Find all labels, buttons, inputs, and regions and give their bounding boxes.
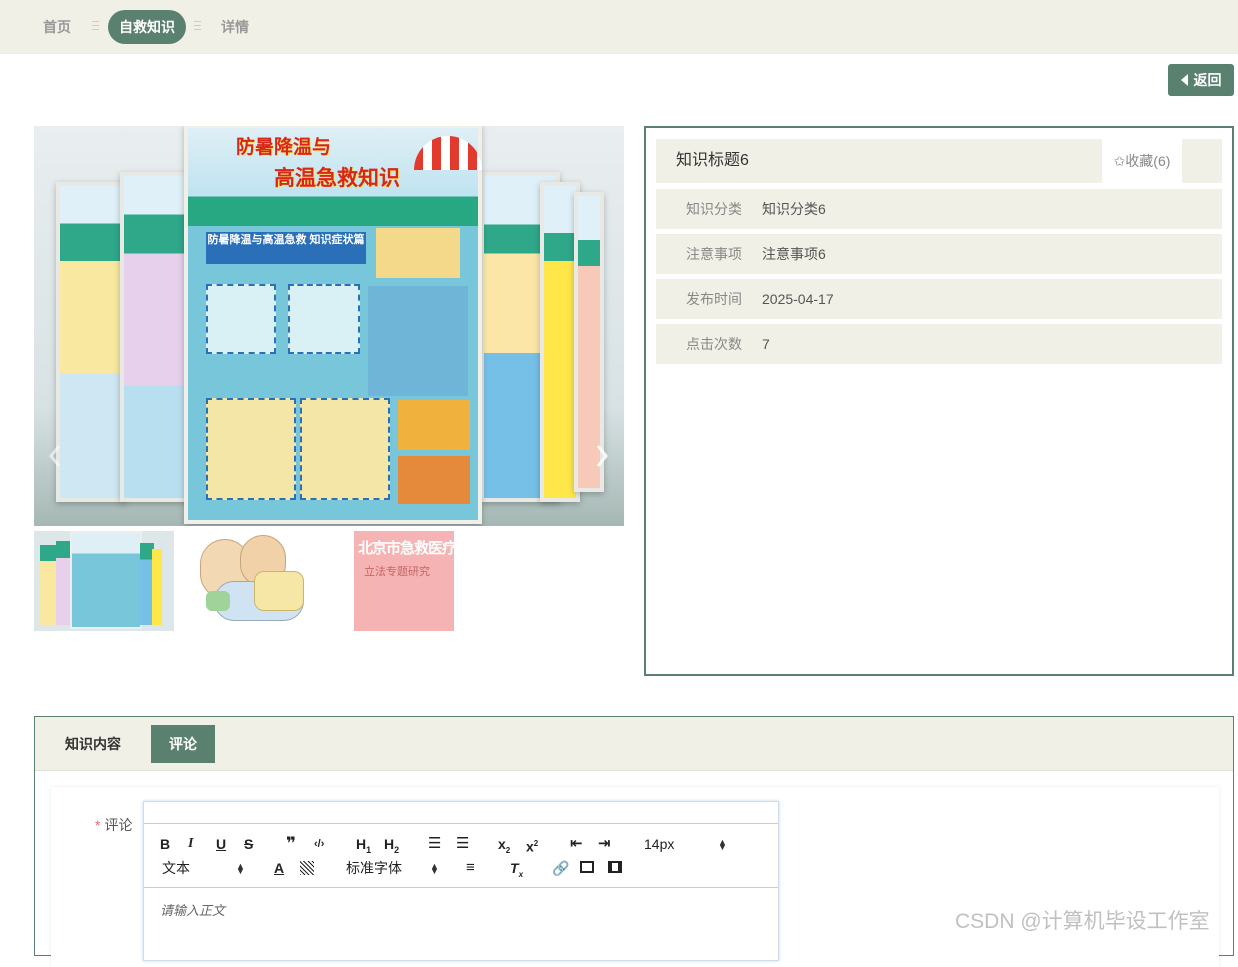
font-family-chevron-icon: ▲ ▼ (430, 861, 439, 876)
comment-form: * 评论 B I U S ❞ ‹/› H1 H2 ☰ ☰ x2 x2 ⇤ ⇥ 14… (51, 787, 1219, 967)
category-value: 知识分类6 (762, 201, 826, 217)
thumbnail-3-title: 北京市急救医疗服务 (358, 540, 454, 557)
link-icon[interactable]: 🔗 (552, 858, 569, 878)
editor-placeholder: 请输入正文 (160, 903, 226, 918)
indent-icon[interactable]: ⇥ (598, 834, 611, 854)
thumbnail-1[interactable] (34, 531, 174, 631)
notes-value: 注意事项6 (762, 246, 826, 262)
publish-time-label: 发布时间 (686, 291, 742, 307)
breadcrumb-home[interactable]: 首页 (43, 10, 71, 44)
italic-icon[interactable]: I (188, 834, 193, 854)
comment-label: * 评论 (95, 815, 132, 835)
superscript-icon[interactable]: x2 (526, 834, 538, 855)
clear-format-icon[interactable]: Tx (510, 858, 523, 879)
carousel-next-icon[interactable] (595, 444, 609, 468)
notes-label: 注意事项 (686, 246, 742, 262)
heading1-icon[interactable]: H1 (356, 834, 371, 855)
category-label: 知识分类 (686, 201, 742, 217)
clicks-value: 7 (762, 336, 770, 352)
breadcrumb-knowledge[interactable]: 自救知识 (108, 10, 186, 44)
title-row: 知识标题6 ✩收藏(6) (656, 139, 1222, 183)
outdent-icon[interactable]: ⇤ (570, 834, 583, 854)
comment-label-text: 评论 (104, 817, 133, 833)
image-icon[interactable] (580, 861, 594, 873)
main-poster-image: 防暑降温与 高温急救知识 防暑降温与高温急救 知识症状篇 (184, 126, 482, 524)
breadcrumb-separator-icon (194, 18, 202, 34)
image-carousel[interactable]: 防暑降温与 高温急救知识 防暑降温与高温急救 知识症状篇 (34, 126, 624, 526)
code-icon[interactable]: ‹/› (314, 834, 324, 854)
tab-strip: 知识内容 评论 (35, 717, 1233, 771)
tab-knowledge-content[interactable]: 知识内容 (47, 725, 139, 763)
breadcrumb-detail: 详情 (221, 19, 249, 35)
paragraph-style-chevron-icon: ▲ ▼ (236, 861, 245, 876)
breadcrumb-separator-icon (92, 18, 100, 34)
knowledge-title: 知识标题6 (676, 152, 749, 169)
carousel-prev-icon[interactable] (48, 444, 62, 468)
back-button-label: 返回 (1193, 72, 1222, 88)
editor-toolbar: B I U S ❞ ‹/› H1 H2 ☰ ☰ x2 x2 ⇤ ⇥ 14px ▲… (144, 824, 778, 888)
underline-icon[interactable]: U (216, 834, 226, 854)
text-color-icon[interactable]: A (274, 858, 284, 878)
font-size-select[interactable]: 14px (644, 834, 674, 854)
font-size-chevron-icon: ▲ ▼ (718, 837, 727, 852)
publish-time-value: 2025-04-17 (762, 291, 834, 307)
video-icon[interactable] (608, 861, 622, 873)
align-icon[interactable]: ≡ (466, 858, 475, 878)
back-button[interactable]: 返回 (1168, 64, 1234, 96)
tab-comments[interactable]: 评论 (151, 725, 215, 763)
subscript-icon[interactable]: x2 (498, 834, 510, 855)
ordered-list-icon[interactable]: ☰ (428, 834, 441, 854)
caret-left-icon (1180, 74, 1188, 86)
breadcrumb: 首页 自救知识 详情 (0, 0, 1238, 54)
poster-image (120, 172, 190, 502)
required-mark: * (95, 817, 101, 833)
heading2-icon[interactable]: H2 (384, 834, 399, 855)
info-row-category: 知识分类 知识分类6 (656, 189, 1222, 229)
watermark: CSDN @计算机毕设工作室 (955, 910, 1210, 933)
font-family-select[interactable]: 标准字体 (346, 858, 402, 878)
knowledge-info-panel: 知识标题6 ✩收藏(6) 知识分类 知识分类6 注意事项 注意事项6 发布时间 … (644, 126, 1234, 676)
blockquote-icon[interactable]: ❞ (286, 834, 296, 854)
info-row-clicks: 点击次数 7 (656, 324, 1222, 364)
bold-icon[interactable]: B (160, 834, 170, 854)
info-row-notes: 注意事项 注意事项6 (656, 234, 1222, 274)
info-row-publish-time: 发布时间 2025-04-17 (656, 279, 1222, 319)
bullet-list-icon[interactable]: ☰ (456, 834, 469, 854)
thumbnail-3[interactable]: 北京市急救医疗服务 立法专题研究 (354, 531, 454, 631)
thumbnail-2[interactable] (184, 531, 324, 631)
poster-image (56, 182, 126, 502)
poster-subtitle: 防暑降温与高温急救 知识症状篇 (206, 232, 366, 264)
clicks-label: 点击次数 (686, 336, 742, 352)
paragraph-style-select[interactable]: 文本 (162, 858, 190, 878)
background-color-icon[interactable]: A (300, 861, 314, 875)
poster-title-line1: 防暑降温与 (236, 137, 332, 158)
poster-title-line2: 高温急救知识 (274, 167, 400, 190)
rich-text-editor[interactable]: B I U S ❞ ‹/› H1 H2 ☰ ☰ x2 x2 ⇤ ⇥ 14px ▲… (143, 801, 779, 961)
strikethrough-icon[interactable]: S (244, 834, 253, 854)
favorite-button[interactable]: ✩收藏(6) (1102, 139, 1182, 183)
thumbnail-3-subtitle: 立法专题研究 (364, 566, 430, 578)
